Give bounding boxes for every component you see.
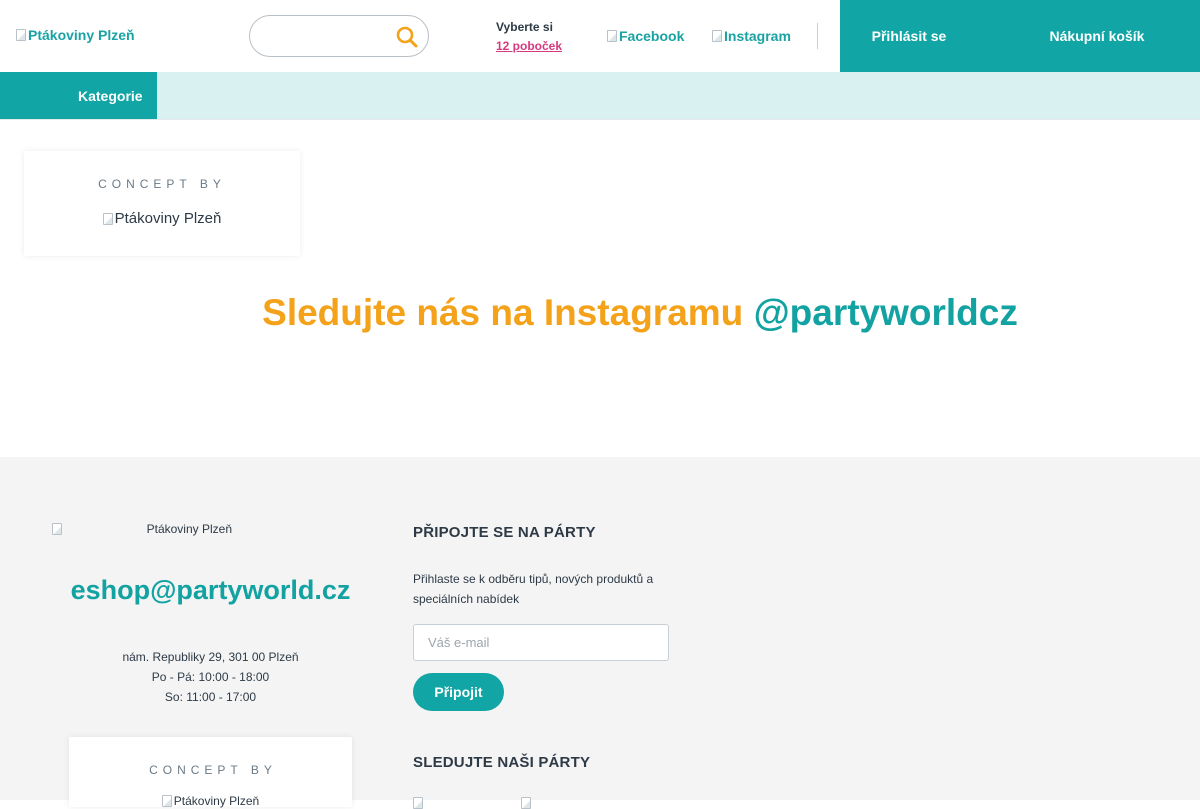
broken-image-icon bbox=[607, 30, 617, 42]
site-footer: Ptákoviny Plzeň eshop@partyworld.cz nám.… bbox=[0, 457, 1200, 809]
header-divider bbox=[817, 23, 818, 49]
instagram-alt: Instagram bbox=[724, 28, 791, 44]
hours-weekdays: Po - Pá: 10:00 - 18:00 bbox=[151, 670, 270, 684]
category-navbar: Kategorie bbox=[0, 72, 1200, 119]
join-button[interactable]: Připojit bbox=[413, 673, 504, 711]
footer-email-link[interactable]: eshop@partyworld.cz bbox=[0, 575, 421, 606]
instagram-heading: Sledujte nás na Instagramu @partyworldcz bbox=[0, 292, 1200, 334]
footer-logo-alt: Ptákoviny Plzeň bbox=[146, 522, 232, 536]
site-logo-alt: Ptákoviny Plzeň bbox=[28, 27, 135, 43]
site-header: Ptákoviny Plzeň Vyberte si 12 poboček Fa… bbox=[0, 0, 1200, 72]
divider bbox=[0, 119, 1200, 120]
concept-by-label: CONCEPT BY bbox=[149, 763, 277, 777]
footer-concept-card: CONCEPT BY Ptákoviny Plzeň bbox=[69, 737, 352, 808]
footer-address: nám. Republiky 29, 301 00 Plzeň Po - Pá:… bbox=[0, 647, 421, 707]
concept-card: CONCEPT BY Ptákoviny Plzeň bbox=[24, 151, 300, 256]
branch-selector: Vyberte si 12 poboček bbox=[496, 20, 562, 53]
hours-saturday: So: 11:00 - 17:00 bbox=[164, 690, 257, 704]
cart-button[interactable]: Nákupní košík bbox=[1000, 0, 1200, 72]
facebook-alt: Facebook bbox=[619, 28, 685, 44]
broken-image-icon[interactable] bbox=[413, 797, 423, 809]
newsletter-title: PŘIPOJTE SE NA PÁRTY bbox=[413, 524, 596, 541]
search-icon[interactable] bbox=[395, 25, 419, 49]
address-line: nám. Republiky 29, 301 00 Plzeň bbox=[122, 650, 299, 664]
cart-label: Nákupní košík bbox=[1049, 28, 1145, 44]
instagram-link[interactable]: Instagram bbox=[712, 28, 791, 44]
footer-logo[interactable]: Ptákoviny Plzeň bbox=[52, 522, 232, 536]
instagram-handle-link[interactable]: @partyworldcz bbox=[754, 292, 1018, 333]
concept-logo-alt: Ptákoviny Plzeň bbox=[173, 794, 260, 808]
broken-image-icon bbox=[102, 212, 113, 225]
search-box bbox=[249, 15, 429, 57]
site-logo[interactable]: Ptákoviny Plzeň bbox=[16, 27, 135, 43]
branches-link[interactable]: 12 poboček bbox=[496, 39, 562, 53]
newsletter-text: Přihlaste se k odběru tipů, nových produ… bbox=[413, 572, 654, 606]
instagram-thumbnails bbox=[413, 797, 531, 809]
broken-image-icon[interactable] bbox=[521, 797, 531, 809]
categories-button[interactable]: Kategorie bbox=[0, 72, 157, 119]
search-input[interactable] bbox=[264, 26, 384, 46]
facebook-link[interactable]: Facebook bbox=[607, 28, 684, 44]
broken-image-icon bbox=[712, 30, 722, 42]
concept-logo[interactable]: Ptákoviny Plzeň bbox=[69, 794, 352, 808]
broken-image-icon bbox=[16, 29, 26, 41]
broken-image-icon bbox=[52, 523, 62, 535]
broken-image-icon bbox=[161, 795, 172, 807]
login-label: Přihlásit se bbox=[871, 28, 947, 44]
concept-logo[interactable]: Ptákoviny Plzeň bbox=[24, 210, 300, 227]
categories-label: Kategorie bbox=[78, 87, 143, 104]
concept-by-label: CONCEPT BY bbox=[98, 177, 226, 191]
newsletter-email-field[interactable] bbox=[413, 624, 669, 661]
concept-logo-alt: Ptákoviny Plzeň bbox=[114, 210, 222, 227]
branches-label: Vyberte si bbox=[496, 20, 553, 34]
follow-title: SLEDUJTE NAŠI PÁRTY bbox=[413, 754, 591, 771]
instagram-heading-text: Sledujte nás na Instagramu bbox=[262, 292, 744, 333]
